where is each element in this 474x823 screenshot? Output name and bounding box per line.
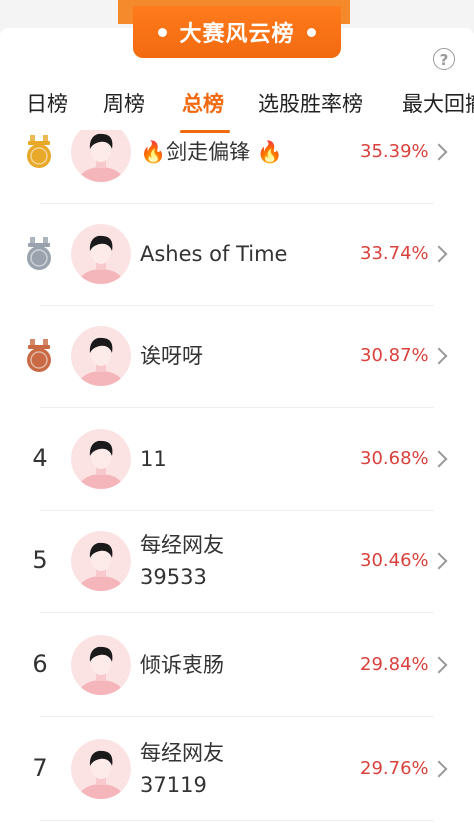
ranking-row[interactable]: 5 每经网友 39533 30.46% (0, 510, 474, 613)
rank-number: 4 (32, 444, 48, 472)
user-avatar[interactable] (71, 635, 131, 695)
user-name: Ashes of Time (140, 238, 287, 270)
return-rate: 35.39% (360, 141, 429, 162)
ranking-row[interactable]: 诶呀呀 30.87% (0, 305, 474, 408)
tab-max-drawdown[interactable]: 最大回撤 (402, 88, 474, 118)
chevron-right-icon[interactable] (430, 143, 448, 161)
return-rate: 29.76% (360, 758, 429, 779)
user-name-line: 诶呀呀 (140, 344, 203, 368)
user-name-line: 每经网友 (140, 741, 224, 765)
user-name: 11 (140, 443, 167, 475)
rank-number: 7 (32, 754, 48, 782)
ranking-row[interactable]: Ashes of Time 33.74% (0, 203, 474, 306)
row-divider (40, 612, 434, 613)
leaderboard-screen: 大赛风云榜 ? 日榜 周榜 总榜 选股胜率榜 最大回撤 🔥剑走偏锋 🔥 35.39… (0, 0, 474, 823)
banner-title: 大赛风云榜 (179, 22, 295, 47)
return-rate: 30.68% (360, 448, 429, 469)
row-divider (40, 716, 434, 717)
rank-number: 6 (32, 650, 48, 678)
return-rate: 29.84% (360, 654, 429, 675)
question-circle-icon[interactable]: ? (433, 48, 455, 70)
user-name: 每经网友 37119 (140, 737, 224, 801)
bronze-medal-icon (24, 339, 54, 373)
user-avatar[interactable] (71, 429, 131, 489)
rank-number: 5 (32, 546, 48, 574)
chevron-right-icon[interactable] (430, 760, 448, 778)
user-avatar[interactable] (71, 224, 131, 284)
user-name-line: 🔥剑走偏锋 🔥 (140, 140, 283, 164)
chevron-right-icon[interactable] (430, 450, 448, 468)
chevron-right-icon[interactable] (430, 552, 448, 570)
user-name: 🔥剑走偏锋 🔥 (140, 136, 283, 168)
user-avatar[interactable] (71, 531, 131, 591)
user-name-line: 倾诉衷肠 (140, 653, 224, 677)
banner: 大赛风云榜 (133, 6, 341, 58)
user-avatar[interactable] (71, 739, 131, 799)
tab-overall[interactable]: 总榜 (182, 88, 224, 118)
user-name: 诶呀呀 (140, 340, 203, 372)
tab-daily[interactable]: 日榜 (26, 88, 68, 118)
user-name-line: 11 (140, 447, 167, 471)
return-rate: 30.87% (360, 345, 429, 366)
return-rate: 33.74% (360, 243, 429, 264)
user-avatar[interactable] (71, 326, 131, 386)
banner-dot-right (306, 27, 316, 37)
tab-bar: 日榜 周榜 总榜 选股胜率榜 最大回撤 (0, 88, 474, 130)
user-name-line: 每经网友 (140, 533, 224, 557)
ranking-row[interactable]: 6 倾诉衷肠 29.84% (0, 614, 474, 717)
chevron-right-icon[interactable] (430, 656, 448, 674)
gold-medal-icon (24, 135, 54, 169)
ranking-row[interactable]: 🔥剑走偏锋 🔥 35.39% (0, 130, 474, 204)
user-name-line2: 37119 (140, 773, 207, 797)
user-name-line2: 39533 (140, 565, 207, 589)
tab-stock-win-rate[interactable]: 选股胜率榜 (258, 88, 363, 118)
user-name: 每经网友 39533 (140, 529, 224, 593)
ranking-row[interactable]: 4 11 30.68% (0, 408, 474, 511)
user-name-line: Ashes of Time (140, 242, 288, 266)
tab-weekly[interactable]: 周榜 (103, 88, 145, 118)
silver-medal-icon (24, 237, 54, 271)
return-rate: 30.46% (360, 550, 429, 571)
ranking-list: 🔥剑走偏锋 🔥 35.39% Ashes of Time 33.74% 诶呀呀 30.87… (0, 130, 474, 823)
user-name: 倾诉衷肠 (140, 649, 224, 681)
chevron-right-icon[interactable] (430, 245, 448, 263)
user-avatar[interactable] (71, 130, 131, 182)
chevron-right-icon[interactable] (430, 347, 448, 365)
banner-dot-left (158, 27, 168, 37)
row-divider (40, 820, 434, 821)
ranking-row[interactable]: 7 每经网友 37119 29.76% (0, 718, 474, 821)
